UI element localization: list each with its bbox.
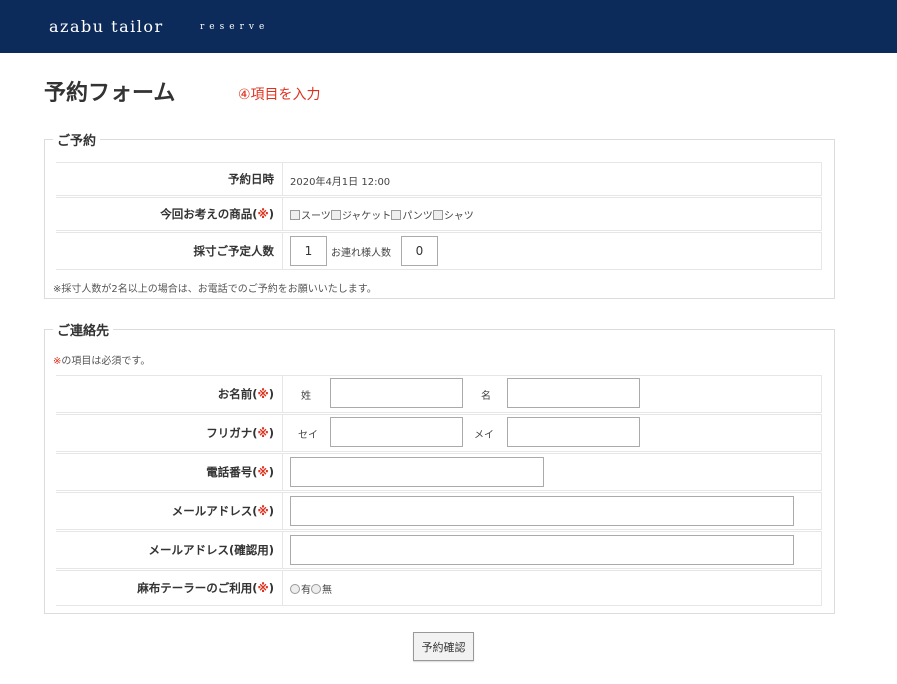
products-row: 今回お考えの商品(※) スーツ ジャケット パンツ シャツ xyxy=(56,197,822,231)
usage-no-radio[interactable]: 無 xyxy=(311,584,332,596)
reservation-note: ※採寸人数が2名以上の場合は、お電話でのご予約をお願いいたします。 xyxy=(53,284,377,295)
usage-yes-radio[interactable]: 有 xyxy=(290,584,311,596)
name-label: お名前(※) xyxy=(56,376,283,412)
companions-label: お連れ様人数 xyxy=(331,248,391,259)
companions-count-input[interactable]: 0 xyxy=(401,236,438,266)
measure-count-input[interactable]: 1 xyxy=(290,236,327,266)
email-label: メールアドレス(※) xyxy=(56,493,283,529)
products-label: 今回お考えの商品(※) xyxy=(56,198,283,230)
brand-tagline: reserve xyxy=(200,22,270,32)
kana-label: フリガナ(※) xyxy=(56,415,283,451)
date-row: 予約日時 2020年4月1日 12:00 xyxy=(56,162,822,196)
email-confirm-row: メールアドレス(確認用) xyxy=(56,531,822,569)
usage-label: 麻布テーラーのご利用(※) xyxy=(56,571,283,605)
phone-row: 電話番号(※) xyxy=(56,453,822,491)
brand-logo[interactable]: azabu tailor xyxy=(49,17,164,36)
first-name-input[interactable] xyxy=(507,378,640,408)
kana-mei-label: メイ xyxy=(474,430,494,441)
date-value: 2020年4月1日 12:00 xyxy=(290,177,391,188)
site-header: azabu tailor reserve xyxy=(0,0,897,53)
contact-fieldset: ご連絡先 ※の項目は必須です。 お名前(※) 姓 名 フリガナ(※) セイ メイ… xyxy=(44,320,835,614)
contact-legend: ご連絡先 xyxy=(53,320,114,339)
kana-first-name-input[interactable] xyxy=(507,417,640,447)
usage-row: 麻布テーラーのご利用(※) 有無 xyxy=(56,570,822,606)
sei-label: 姓 xyxy=(301,391,311,402)
product-suits-checkbox[interactable]: スーツ xyxy=(290,210,331,222)
step-note: ④項目を入力 xyxy=(238,87,321,103)
email-row: メールアドレス(※) xyxy=(56,492,822,530)
mei-label: 名 xyxy=(481,391,491,402)
email-confirm-input[interactable] xyxy=(290,535,794,565)
date-label: 予約日時 xyxy=(56,163,283,195)
name-row: お名前(※) 姓 名 xyxy=(56,375,822,413)
product-jacket-checkbox[interactable]: ジャケット xyxy=(330,210,391,222)
kana-sei-label: セイ xyxy=(298,430,318,441)
phone-label: 電話番号(※) xyxy=(56,454,283,490)
required-note: ※の項目は必須です。 xyxy=(53,356,151,367)
product-pants-checkbox[interactable]: パンツ xyxy=(391,210,433,222)
product-shirts-checkbox[interactable]: シャツ xyxy=(432,210,474,222)
reservation-fieldset: ご予約 予約日時 2020年4月1日 12:00 今回お考えの商品(※) スーツ… xyxy=(44,130,835,299)
kana-row: フリガナ(※) セイ メイ xyxy=(56,414,822,452)
last-name-input[interactable] xyxy=(330,378,463,408)
reservation-legend: ご予約 xyxy=(53,130,101,149)
email-confirm-label: メールアドレス(確認用) xyxy=(56,532,283,568)
email-input[interactable] xyxy=(290,496,794,526)
phone-input[interactable] xyxy=(290,457,544,487)
count-label: 採寸ご予定人数 xyxy=(56,233,283,269)
page-title: 予約フォーム xyxy=(44,81,176,106)
kana-last-name-input[interactable] xyxy=(330,417,463,447)
confirm-reservation-button[interactable]: 予約確認 xyxy=(413,632,474,661)
count-row: 採寸ご予定人数 1 お連れ様人数 0 xyxy=(56,232,822,270)
